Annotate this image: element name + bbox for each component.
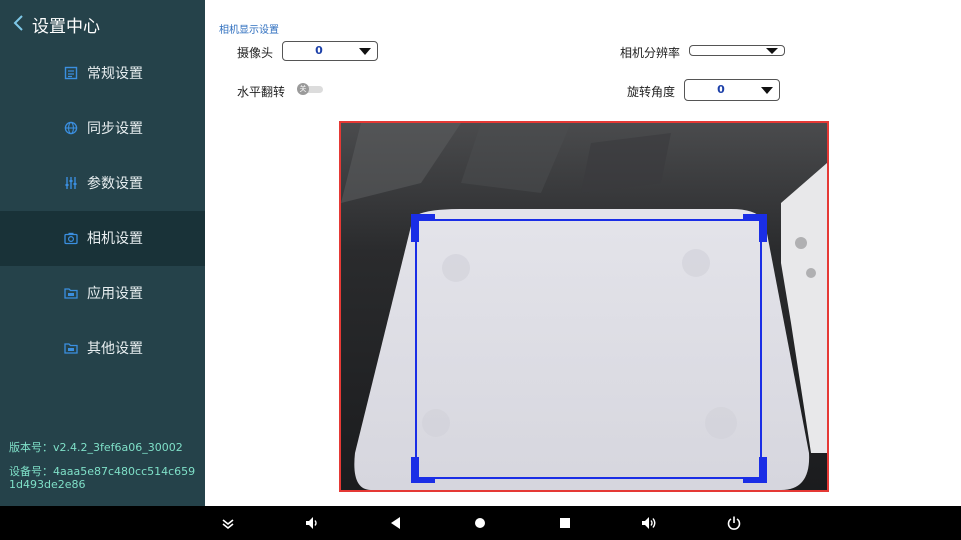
folder-icon: [64, 343, 78, 354]
sidebar-item-label: 应用设置: [87, 286, 143, 302]
flip-label: 水平翻转: [237, 85, 286, 99]
camera-feed-image: [341, 123, 827, 490]
rotate-select[interactable]: 0: [684, 79, 780, 101]
sidebar-item-label: 常规设置: [87, 66, 143, 82]
sidebar-item-params[interactable]: 参数设置: [0, 156, 205, 211]
chevron-down-icon: [359, 48, 371, 55]
camera-icon: [64, 232, 78, 245]
volume-down-icon[interactable]: [304, 515, 320, 531]
resolution-label: 相机分辨率: [620, 46, 681, 60]
sidebar-title: 设置中心: [32, 17, 100, 37]
version-text: 版本号：v2.4.2_3fef6a06_30002: [9, 441, 183, 454]
sidebar-item-sync[interactable]: 同步设置: [0, 101, 205, 156]
sidebar-item-label: 其他设置: [87, 341, 143, 357]
toggle-knob: 关: [297, 83, 309, 95]
section-title: 相机显示设置: [219, 25, 279, 36]
rotate-label: 旋转角度: [627, 85, 676, 99]
sidebar-item-label: 同步设置: [87, 121, 143, 137]
rotate-select-value: 0: [717, 83, 725, 96]
collapse-icon[interactable]: [220, 515, 236, 531]
edit-icon: [64, 66, 78, 80]
horizontal-flip-toggle[interactable]: 关: [297, 83, 323, 95]
home-icon[interactable]: [472, 515, 488, 531]
camera-select[interactable]: 0: [282, 41, 378, 61]
camera-label: 摄像头: [237, 46, 274, 60]
folder-icon: [64, 288, 78, 299]
sidebar: 设置中心 常规设置 同步设置 参数设置 相机设置 应用设置 其他设置 版本号：v…: [0, 0, 205, 506]
sidebar-item-other[interactable]: 其他设置: [0, 321, 205, 376]
sidebar-item-label: 参数设置: [87, 176, 143, 192]
sidebar-item-apps[interactable]: 应用设置: [0, 266, 205, 321]
camera-select-value: 0: [315, 44, 323, 57]
recents-icon[interactable]: [557, 515, 573, 531]
sidebar-header: 设置中心: [0, 0, 205, 46]
sidebar-item-general[interactable]: 常规设置: [0, 46, 205, 101]
device-id-text: 设备号：4aaa5e87c480cc514c6591d493de2e86: [9, 465, 196, 491]
sidebar-item-label: 相机设置: [87, 231, 143, 247]
camera-settings-panel: 相机显示设置 摄像头 0 相机分辨率 水平翻转 关 旋转角度 0: [205, 0, 961, 506]
chevron-down-icon: [766, 47, 778, 54]
back-arrow-icon[interactable]: [12, 14, 26, 32]
chevron-down-icon: [761, 87, 773, 94]
globe-icon: [64, 121, 78, 135]
power-icon[interactable]: [726, 515, 742, 531]
system-nav-bar: [0, 506, 961, 540]
camera-preview[interactable]: [339, 121, 829, 492]
back-icon[interactable]: [388, 515, 404, 531]
volume-up-icon[interactable]: [641, 515, 657, 531]
sidebar-item-camera[interactable]: 相机设置: [0, 211, 205, 266]
sliders-icon: [65, 177, 77, 189]
resolution-select[interactable]: [689, 45, 785, 56]
